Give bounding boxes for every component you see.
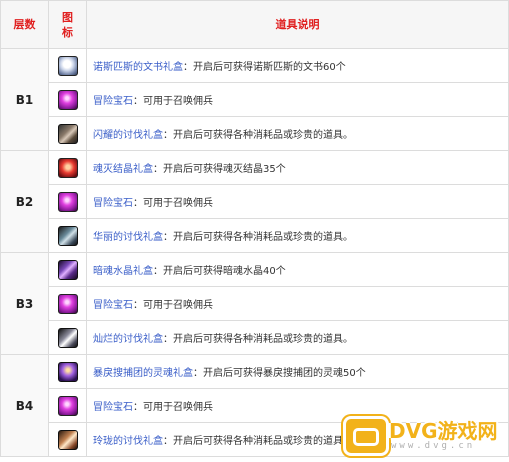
chest-icon (57, 123, 78, 144)
header-icon-line1: 图 (62, 10, 73, 24)
table-row: B2 魂灭结晶礼盒：开启后可获得魂灭结晶35个 (0, 150, 509, 253)
item-text: ：可用于召唤佣兵 (133, 402, 213, 413)
item-text: ：开启后可获得暴戾搜捕团的灵魂50个 (193, 368, 366, 379)
gem-icon (57, 191, 78, 212)
gem-icon (57, 395, 78, 416)
table-row: B1 诺斯匹斯的文书礼盒：开启后可获得诺斯匹斯的文书60个 (0, 48, 509, 151)
item-text: ：开启后可获得魂灭结晶35个 (153, 164, 286, 175)
item-text: ：开启后可获得各种消耗品或珍贵的道具。 (163, 130, 353, 141)
crystal-icon (57, 157, 78, 178)
book-icon (57, 55, 78, 76)
item-name[interactable]: 诺斯匹斯的文书礼盒 (93, 62, 183, 73)
table-row: 灿烂的讨伐礼盒：开启后可获得各种消耗品或珍贵的道具。 (1, 320, 509, 355)
dark-crystal-icon (57, 259, 78, 280)
header-layer: 层数 (0, 0, 49, 49)
table-row: 冒险宝石：可用于召唤佣兵 (1, 82, 509, 117)
item-name[interactable]: 冒险宝石 (93, 198, 133, 209)
table-row: B4 暴戾搜捕团的灵魂礼盒：开启后可获得暴戾搜捕团的灵魂50个 (0, 354, 509, 457)
item-text: ：开启后可获得诺斯匹斯的文书60个 (183, 62, 346, 73)
page: 层数 图 标 道具说明 B1 诺斯匹斯的文书礼盒：开启后可获得诺斯匹斯的文书60… (0, 0, 509, 462)
table-row: 闪耀的讨伐礼盒：开启后可获得各种消耗品或珍贵的道具。 (1, 116, 509, 151)
item-name[interactable]: 华丽的讨伐礼盒 (93, 232, 163, 243)
table-header-row: 层数 图 标 道具说明 (0, 0, 509, 49)
header-icon: 图 标 (48, 0, 87, 49)
table-row: 冒险宝石：可用于召唤佣兵 (1, 184, 509, 219)
chest-icon (57, 225, 78, 246)
layer-cell: B1 (0, 48, 49, 151)
header-icon-line2: 标 (62, 25, 73, 39)
chest-icon (57, 327, 78, 348)
table-row: 玲珑的讨伐礼盒：开启后可获得各种消耗品或珍贵的道具。 (1, 422, 509, 457)
chest-icon (57, 429, 78, 450)
item-name[interactable]: 暗魂水晶礼盒 (93, 266, 153, 277)
gem-icon (57, 89, 78, 110)
item-table: 层数 图 标 道具说明 B1 诺斯匹斯的文书礼盒：开启后可获得诺斯匹斯的文书60… (0, 0, 509, 457)
item-name[interactable]: 冒险宝石 (93, 402, 133, 413)
item-text: ：可用于召唤佣兵 (133, 96, 213, 107)
soul-icon (57, 361, 78, 382)
item-name[interactable]: 灿烂的讨伐礼盒 (93, 334, 163, 345)
layer-cell: B2 (0, 150, 49, 253)
item-name[interactable]: 魂灭结晶礼盒 (93, 164, 153, 175)
table-row: 冒险宝石：可用于召唤佣兵 (1, 388, 509, 423)
item-text: ：可用于召唤佣兵 (133, 300, 213, 311)
layer-cell: B3 (0, 252, 49, 355)
gem-icon (57, 293, 78, 314)
item-name[interactable]: 闪耀的讨伐礼盒 (93, 130, 163, 141)
layer-cell: B4 (0, 354, 49, 457)
item-text: ：开启后可获得各种消耗品或珍贵的道具。 (163, 436, 353, 447)
item-name[interactable]: 冒险宝石 (93, 300, 133, 311)
item-name[interactable]: 玲珑的讨伐礼盒 (93, 436, 163, 447)
header-description: 道具说明 (86, 0, 509, 49)
item-text: ：可用于召唤佣兵 (133, 198, 213, 209)
table-row: 冒险宝石：可用于召唤佣兵 (1, 286, 509, 321)
item-name[interactable]: 冒险宝石 (93, 96, 133, 107)
item-text: ：开启后可获得各种消耗品或珍贵的道具。 (163, 334, 353, 345)
table-row: B3 暗魂水晶礼盒：开启后可获得暗魂水晶40个 (0, 252, 509, 355)
item-name[interactable]: 暴戾搜捕团的灵魂礼盒 (93, 368, 193, 379)
item-text: ：开启后可获得各种消耗品或珍贵的道具。 (163, 232, 353, 243)
table-row: 华丽的讨伐礼盒：开启后可获得各种消耗品或珍贵的道具。 (1, 218, 509, 253)
item-text: ：开启后可获得暗魂水晶40个 (153, 266, 286, 277)
